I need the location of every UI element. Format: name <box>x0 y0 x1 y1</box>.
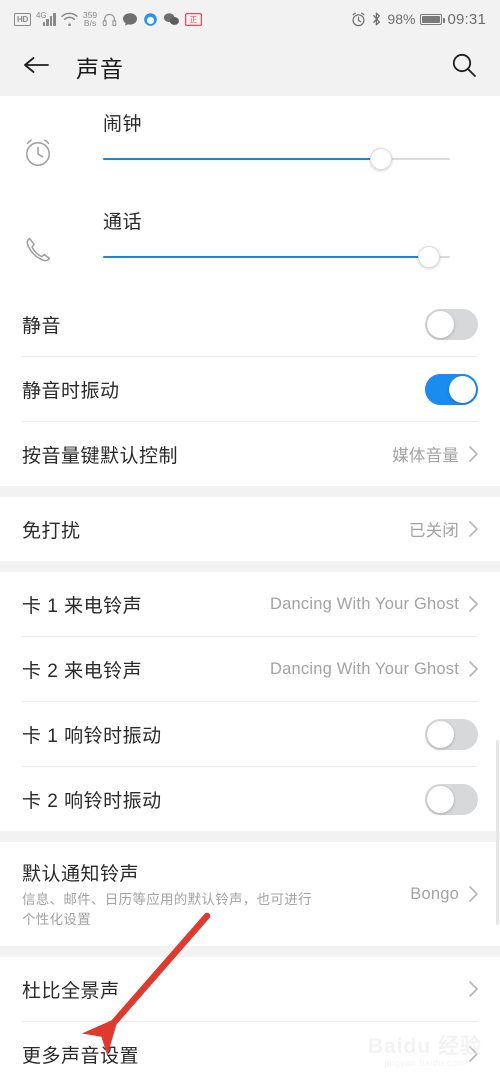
slider-thumb[interactable] <box>418 246 441 268</box>
chevron-right-icon <box>469 981 478 997</box>
toggle-sim2-ring-vibrate[interactable] <box>425 783 478 815</box>
notification-ringtone-section: 默认通知铃声 信息、邮件、日历等应用的默认铃声，也可进行个性化设置 Bongo <box>0 842 500 946</box>
row-value-sim2-ringtone: Dancing With Your Ghost <box>270 659 459 678</box>
row-sim2-ringtone[interactable]: 卡 2 来电铃声 Dancing With Your Ghost <box>0 637 500 701</box>
row-silent[interactable]: 静音 <box>0 292 500 356</box>
chevron-right-icon <box>469 596 478 612</box>
call-volume-slider[interactable] <box>103 246 450 268</box>
wifi-icon <box>61 12 78 26</box>
app-bar: 声音 <box>0 38 500 96</box>
alarm-clock-icon <box>20 134 56 170</box>
status-bar-right: 98% 09:31 <box>351 11 486 28</box>
section-gap <box>0 561 500 572</box>
row-value-volume-key-default: 媒体音量 <box>392 447 459 465</box>
settings-list: 闹钟 通话 静音 静音时振动 按音量键默认控制 媒体音量 免打扰 已关闭 卡 1… <box>0 96 500 1084</box>
section-gap <box>0 946 500 957</box>
row-label-dolby-atmos: 杜比全景声 <box>22 980 120 1002</box>
row-value-do-not-disturb: 已关闭 <box>408 522 459 540</box>
baidu-watermark: Baidu 经验 jingyan.baidu.com <box>367 1035 482 1069</box>
headset-icon <box>102 12 117 27</box>
row-label-sim2-ringtone: 卡 2 来电铃声 <box>22 660 143 682</box>
network-type-label: 4G <box>35 10 47 20</box>
slider-row-call: 通话 <box>0 194 500 292</box>
search-icon[interactable] <box>450 51 478 84</box>
slider-label-alarm: 闹钟 <box>103 114 143 135</box>
watermark-sub-text: jingyan.baidu.com <box>384 1058 466 1068</box>
row-label-silent: 静音 <box>22 315 62 337</box>
row-label-sim1-ring-vibrate: 卡 1 响铃时振动 <box>22 725 162 747</box>
slider-fill <box>103 255 430 258</box>
row-sublabel-default-notification-ringtone: 信息、邮件、日历等应用的默认铃声，也可进行个性化设置 <box>22 891 312 927</box>
status-bar-left: HD 4G 359 B/s 正 <box>14 10 203 28</box>
row-label-more-sound-settings: 更多声音设置 <box>22 1045 140 1067</box>
row-volume-key-default[interactable]: 按音量键默认控制 媒体音量 <box>0 422 500 486</box>
vertical-scrollbar[interactable] <box>496 740 499 925</box>
hd-badge-icon: HD <box>14 12 31 26</box>
back-arrow-icon[interactable] <box>22 53 50 82</box>
volume-sliders-section: 闹钟 通话 静音 静音时振动 按音量键默认控制 媒体音量 <box>0 96 500 486</box>
page-title: 声音 <box>76 56 124 82</box>
slider-thumb[interactable] <box>369 148 392 170</box>
row-dolby-atmos[interactable]: 杜比全景声 <box>0 957 500 1021</box>
network-speed-icon: 359 B/s <box>83 10 97 28</box>
bluetooth-icon <box>371 11 382 27</box>
row-label-sim2-ring-vibrate: 卡 2 响铃时振动 <box>22 790 162 812</box>
battery-icon <box>420 13 445 25</box>
slider-fill <box>103 157 381 160</box>
battery-percent-label: 98% <box>387 11 416 27</box>
row-default-notification-ringtone[interactable]: 默认通知铃声 信息、邮件、日历等应用的默认铃声，也可进行个性化设置 Bongo <box>0 842 500 946</box>
toggle-silent[interactable] <box>425 308 478 340</box>
row-do-not-disturb[interactable]: 免打扰 已关闭 <box>0 497 500 561</box>
signal-bars-icon: 4G <box>35 10 56 26</box>
chevron-right-icon <box>469 521 478 537</box>
alarm-icon <box>351 12 366 27</box>
svg-text:正: 正 <box>190 15 198 24</box>
wechat-icon <box>163 12 180 26</box>
section-gap <box>0 831 500 842</box>
row-sim1-ringtone[interactable]: 卡 1 来电铃声 Dancing With Your Ghost <box>0 572 500 636</box>
message-bubble-icon <box>122 12 138 27</box>
phone-screen: HD 4G 359 B/s 正 98% 09:31 声音 闹钟 通话 静音 静音… <box>0 0 500 1084</box>
row-sim2-ring-vibrate[interactable]: 卡 2 响铃时振动 <box>0 767 500 831</box>
row-label-vibrate-when-silent: 静音时振动 <box>22 380 120 402</box>
row-sim1-ring-vibrate[interactable]: 卡 1 响铃时振动 <box>0 702 500 766</box>
row-value-sim1-ringtone: Dancing With Your Ghost <box>270 594 459 613</box>
section-gap <box>0 486 500 497</box>
row-label-sim1-ringtone: 卡 1 来电铃声 <box>22 595 143 617</box>
row-vibrate-when-silent[interactable]: 静音时振动 <box>0 357 500 421</box>
row-value-default-notification-ringtone: Bongo <box>410 884 459 903</box>
slider-label-call: 通话 <box>103 212 143 233</box>
row-label-do-not-disturb: 免打扰 <box>22 520 81 542</box>
ringtone-section: 卡 1 来电铃声 Dancing With Your Ghost 卡 2 来电铃… <box>0 572 500 831</box>
toggle-sim1-ring-vibrate[interactable] <box>425 718 478 750</box>
toggle-vibrate-when-silent[interactable] <box>425 373 478 405</box>
chevron-right-icon <box>469 661 478 677</box>
status-bar: HD 4G 359 B/s 正 98% 09:31 <box>0 0 500 38</box>
watermark-main-text: Baidu 经验 <box>367 1035 482 1058</box>
row-text-block: 默认通知铃声 信息、邮件、日历等应用的默认铃声，也可进行个性化设置 <box>22 859 322 930</box>
phone-handset-icon <box>20 232 56 268</box>
network-speed-unit: B/s <box>83 18 97 28</box>
chevron-right-icon <box>469 446 478 462</box>
app-badge-icon: 正 <box>185 12 203 26</box>
slider-row-alarm: 闹钟 <box>0 96 500 194</box>
row-label-default-notification-ringtone: 默认通知铃声 <box>22 863 140 885</box>
chevron-right-icon <box>469 886 478 902</box>
browser-icon <box>143 12 158 27</box>
alarm-volume-slider[interactable] <box>103 148 450 170</box>
clock-label: 09:31 <box>447 10 486 28</box>
dnd-section: 免打扰 已关闭 <box>0 497 500 561</box>
row-label-volume-key-default: 按音量键默认控制 <box>22 445 179 467</box>
